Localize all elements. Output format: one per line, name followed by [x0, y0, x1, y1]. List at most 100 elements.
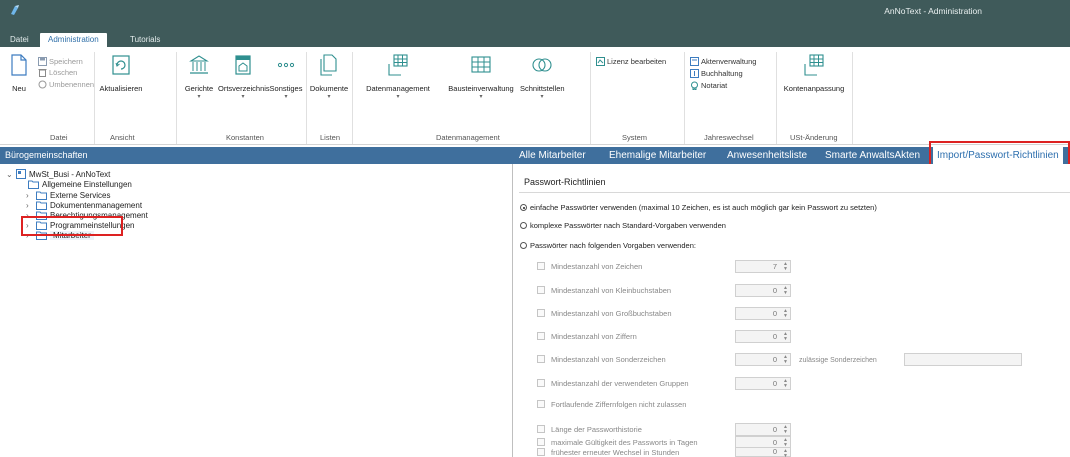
tab-administration[interactable]: Administration: [40, 33, 107, 47]
ribbon-separator: [590, 52, 591, 144]
min-groups-stepper[interactable]: 0 ▲ ▼: [735, 377, 791, 390]
documents-button[interactable]: Dokumente ▾: [308, 54, 350, 100]
option-complex-passwords[interactable]: komplexe Passwörter nach Standard-Vorgab…: [520, 221, 726, 231]
tab-all-employees[interactable]: Alle Mitarbeiter: [519, 147, 586, 164]
rule-min-digits: Mindestanzahl von Ziffern: [537, 332, 637, 342]
tab-tutorials[interactable]: Tutorials: [122, 33, 168, 47]
account-grid-icon: [804, 54, 824, 76]
rule-max-validity: maximale Gültigkeit des Passworts in Tag…: [537, 438, 698, 448]
rule-min-change-interval: frühester erneuter Wechsel in Stunden: [537, 448, 679, 457]
database-grid-icon: [388, 54, 408, 76]
checkbox[interactable]: [537, 332, 545, 340]
ribbon-separator: [852, 52, 853, 144]
checkbox[interactable]: [537, 355, 545, 363]
edit-license-button[interactable]: Lizenz bearbeiten: [596, 57, 666, 67]
save-button[interactable]: Speichern: [38, 57, 83, 67]
option-simple-passwords[interactable]: einfache Passwörter verwenden (maximal 1…: [520, 203, 877, 213]
rename-button[interactable]: Umbenennen: [38, 80, 94, 90]
table-icon: [471, 56, 491, 73]
highlight-box: [21, 216, 123, 236]
checkbox[interactable]: [537, 438, 545, 446]
delete-button[interactable]: Löschen: [38, 68, 77, 78]
folder-files-icon: [690, 57, 699, 66]
min-lowercase-stepper[interactable]: 0 ▲ ▼: [735, 284, 791, 297]
files-year-end-button[interactable]: Aktenverwaltung: [690, 57, 756, 67]
tab-attendance-list[interactable]: Anwesenheitsliste: [727, 147, 807, 164]
radio-button[interactable]: [520, 204, 527, 211]
chevron-down-icon[interactable]: ⌄: [6, 170, 16, 180]
ribbon-separator: [684, 52, 685, 144]
checkbox[interactable]: [537, 400, 545, 408]
places-button[interactable]: Ortsverzeichnis ▾: [218, 54, 270, 100]
app-logo-icon: [11, 5, 19, 15]
folder-icon: [36, 201, 47, 210]
radio-button[interactable]: [520, 242, 527, 249]
license-icon: [596, 57, 605, 66]
notary-year-end-button[interactable]: Notariat: [690, 81, 727, 91]
tab-former-employees[interactable]: Ehemalige Mitarbeiter: [609, 147, 706, 164]
checkbox[interactable]: [537, 309, 545, 317]
rule-min-uppercase: Mindestanzahl von Großbuchstaben: [537, 309, 672, 319]
navigation-tree: ⌄ MwSt_Busi - AnNoText Allgemeine Einstel…: [0, 164, 513, 457]
rule-min-special: Mindestanzahl von Sonderzeichen: [537, 355, 666, 365]
text-modules-button[interactable]: Bausteinverwaltung ▾: [442, 54, 520, 100]
min-length-stepper[interactable]: 7 ▲ ▼: [735, 260, 791, 273]
tree-item[interactable]: Allgemeine Einstellungen: [28, 180, 132, 190]
group-label-ansicht: Ansicht: [110, 133, 135, 142]
interfaces-rings-icon: [532, 58, 552, 72]
group-label-system: System: [622, 133, 648, 142]
tree-root[interactable]: ⌄ MwSt_Busi - AnNoText: [6, 169, 110, 179]
tree-item[interactable]: › Externe Services: [26, 191, 110, 201]
organization-icon: [16, 169, 26, 179]
group-label-datei: Datei: [50, 133, 68, 142]
min-uppercase-stepper[interactable]: 0 ▲ ▼: [735, 307, 791, 320]
directory-icon: [235, 55, 251, 75]
min-digits-stepper[interactable]: 0 ▲ ▼: [735, 330, 791, 343]
rename-icon: [38, 80, 47, 89]
misc-button[interactable]: Sonstiges ▾: [268, 54, 304, 100]
ribbon-separator: [352, 52, 353, 144]
special-chars-label: zulässige Sonderzeichen: [799, 357, 877, 364]
checkbox[interactable]: [537, 448, 545, 456]
tab-datei[interactable]: Datei: [2, 33, 37, 47]
password-policy-panel: Passwort-Richtlinien einfache Passwörter…: [514, 164, 1070, 457]
ribbon-separator: [776, 52, 777, 144]
checkbox[interactable]: [537, 425, 545, 433]
section-divider: [519, 192, 1070, 193]
courthouse-icon: [189, 55, 209, 74]
interfaces-button[interactable]: Schnittstellen ▾: [520, 54, 565, 100]
min-special-stepper[interactable]: 0 ▲ ▼: [735, 353, 791, 366]
group-label-datenmanagement: Datenmanagement: [436, 133, 500, 142]
data-management-button[interactable]: Datenmanagement ▾: [354, 54, 442, 100]
special-chars-input[interactable]: [904, 353, 1022, 366]
ribbon-separator: [176, 52, 177, 144]
accounting-icon: [690, 69, 699, 78]
tree-item[interactable]: › Dokumentenmanagement: [26, 201, 142, 211]
checkbox[interactable]: [537, 379, 545, 387]
trash-icon: [38, 69, 47, 77]
chevron-right-icon[interactable]: ›: [26, 191, 36, 201]
checkbox[interactable]: [537, 262, 545, 270]
rule-history-length: Länge der Passworthistorie: [537, 425, 642, 435]
rule-no-sequences: Fortlaufende Ziffernfolgen nicht zulasse…: [537, 400, 686, 410]
group-label-jahreswechsel: Jahreswechsel: [704, 133, 754, 142]
more-dots-icon: [277, 62, 295, 68]
chevron-right-icon[interactable]: ›: [26, 201, 36, 211]
refresh-button[interactable]: Aktualisieren: [96, 54, 146, 93]
group-label-listen: Listen: [320, 133, 341, 142]
checkbox[interactable]: [537, 286, 545, 294]
folder-icon: [28, 180, 39, 189]
radio-button[interactable]: [520, 222, 527, 229]
notary-seal-icon: [691, 81, 698, 91]
refresh-icon: [112, 55, 130, 75]
group-label-ust: USt-Änderung: [790, 133, 838, 142]
accounting-year-end-button[interactable]: Buchhaltung: [690, 69, 743, 79]
courts-button[interactable]: Gerichte ▾: [180, 54, 218, 100]
group-label-konstanten: Konstanten: [226, 133, 264, 142]
account-adjustment-button[interactable]: Kontenanpassung: [778, 54, 850, 93]
tab-smart-files[interactable]: Smarte AnwaltsAkten: [825, 147, 920, 164]
new-button[interactable]: Neu: [4, 54, 34, 93]
history-length-stepper[interactable]: 0 ▲ ▼: [735, 423, 791, 436]
min-change-interval-stepper[interactable]: 0 ▲ ▼: [735, 447, 791, 457]
option-custom-passwords[interactable]: Passwörter nach folgenden Vorgaben verwe…: [520, 241, 696, 251]
